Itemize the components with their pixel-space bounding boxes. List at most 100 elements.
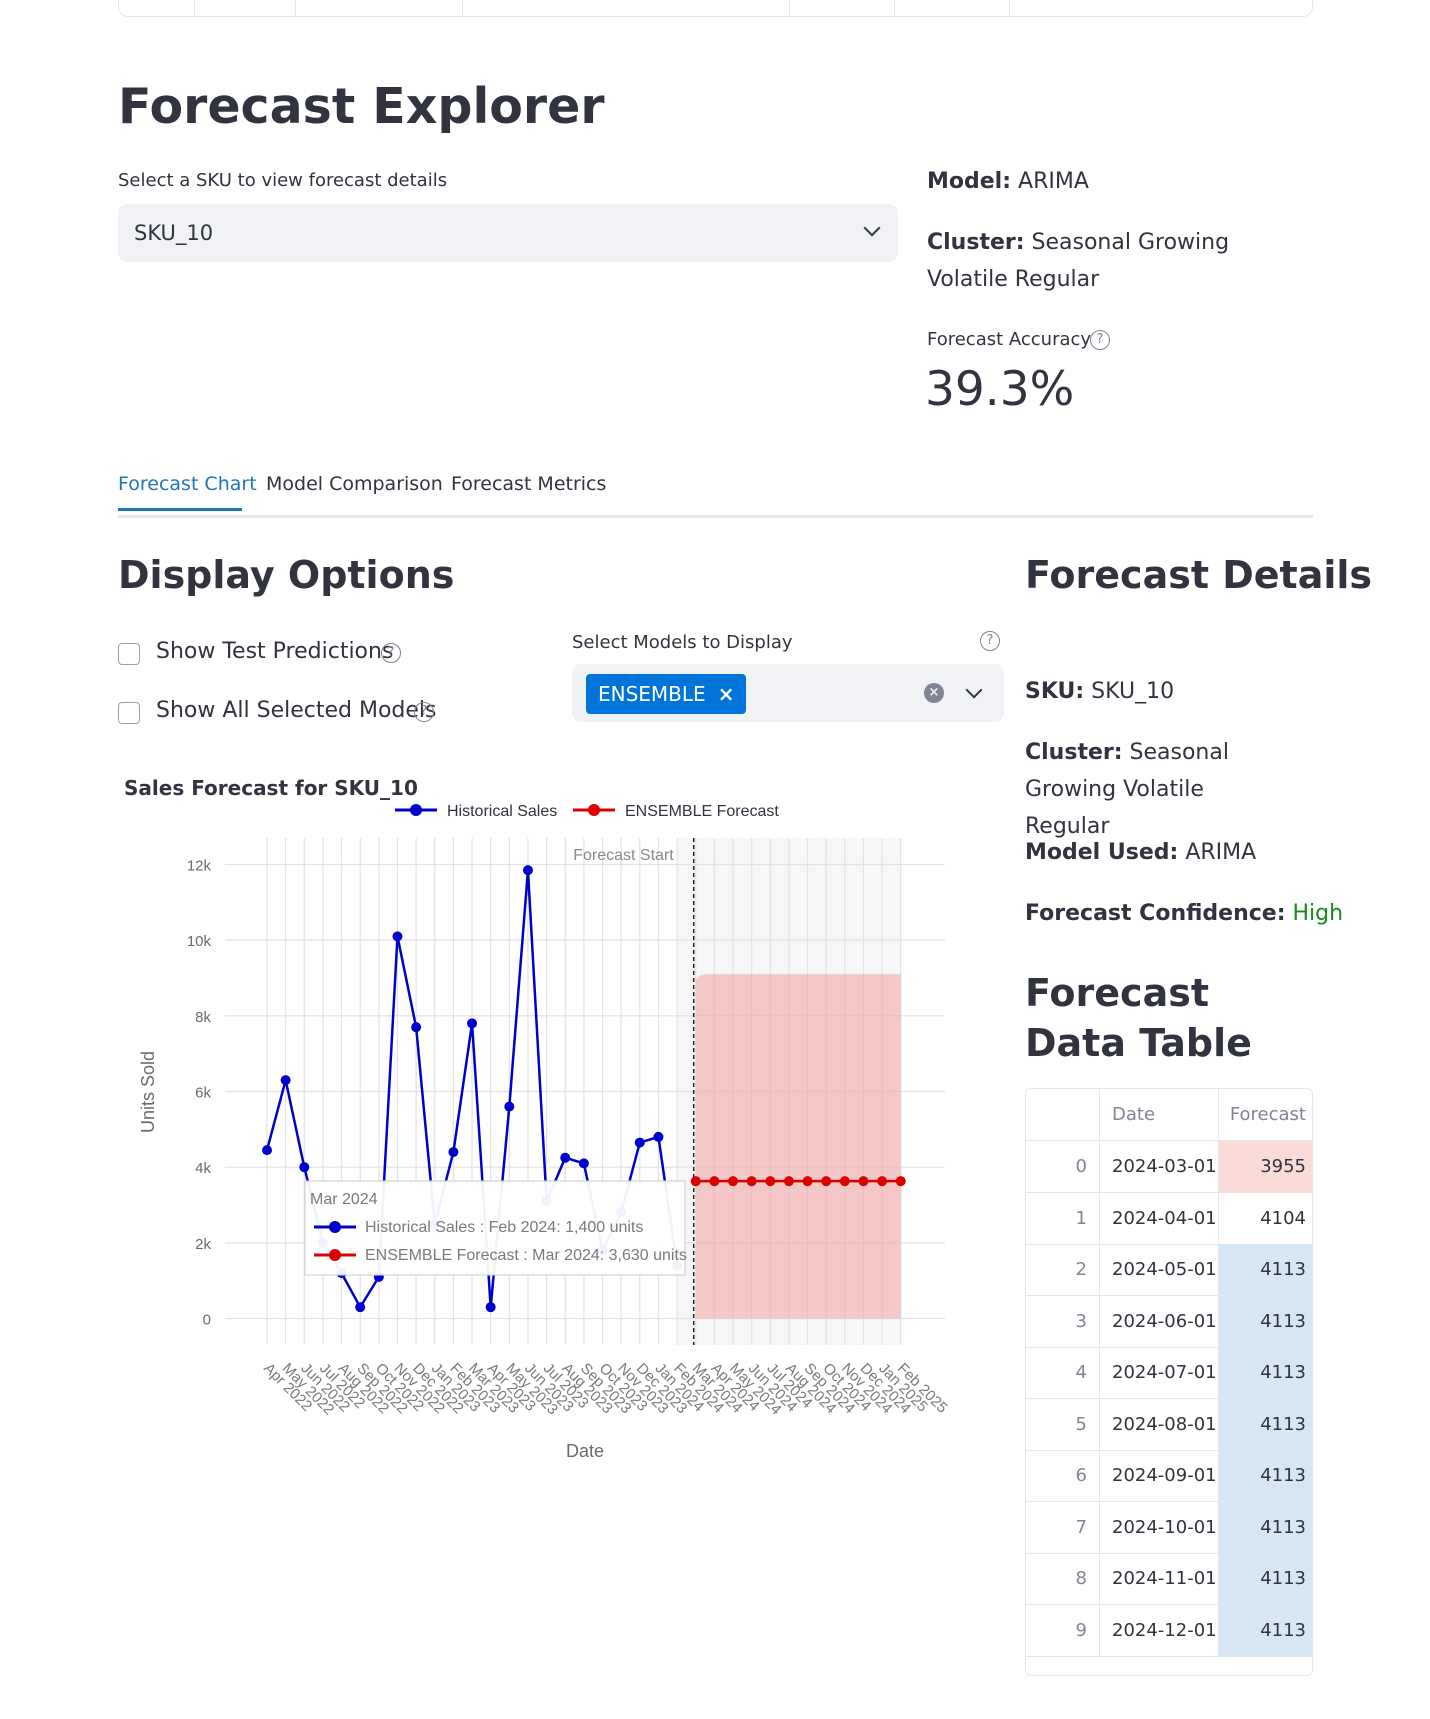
forecast-data-table[interactable]: Date Forecast 0 2024-03-01 3955 1 2024-04-01…	[1025, 1088, 1313, 1676]
row-index: 8	[1026, 1553, 1100, 1604]
row-date: 2024-12-01	[1100, 1604, 1219, 1656]
data-point	[746, 1176, 757, 1187]
data-point	[895, 1176, 906, 1187]
legend-marker	[410, 804, 422, 816]
details-sku: SKU: SKU_10	[1025, 673, 1174, 710]
row-date: 2024-09-01	[1100, 1450, 1219, 1501]
row-index: 3	[1026, 1295, 1100, 1347]
table-row[interactable]: 6 2024-09-01 4113	[1026, 1450, 1312, 1502]
data-point	[690, 1176, 701, 1187]
details-confidence: Forecast Confidence: High	[1025, 895, 1343, 932]
row-date: 2024-05-01	[1100, 1244, 1219, 1295]
y-tick-label: 10k	[187, 933, 212, 950]
header-index	[1026, 1089, 1100, 1140]
data-point	[299, 1162, 310, 1173]
data-point	[765, 1176, 776, 1187]
data-point	[467, 1018, 478, 1029]
data-point	[392, 931, 403, 942]
data-point	[802, 1176, 813, 1187]
details-cluster: Cluster: Seasonal Growing Volatile Regul…	[1025, 734, 1295, 845]
row-index: 7	[1026, 1501, 1100, 1553]
data-point	[578, 1158, 589, 1169]
row-forecast: 4113	[1219, 1295, 1312, 1347]
y-axis-title: Units Sold	[138, 1051, 158, 1133]
row-index: 6	[1026, 1450, 1100, 1501]
tooltip-text: ENSEMBLE Forecast : Mar 2024: 3,630 unit…	[365, 1247, 687, 1264]
legend-marker	[588, 804, 600, 816]
data-point	[448, 1147, 459, 1158]
data-point	[411, 1022, 422, 1033]
y-tick-label: 8k	[195, 1009, 211, 1026]
row-date: 2024-06-01	[1100, 1295, 1219, 1347]
data-point	[783, 1176, 794, 1187]
table-row[interactable]: 7 2024-10-01 4113	[1026, 1501, 1312, 1554]
row-forecast: 4113	[1219, 1553, 1312, 1604]
row-forecast: 4113	[1219, 1244, 1312, 1295]
x-axis-title: Date	[566, 1441, 604, 1461]
table-row[interactable]: 8 2024-11-01 4113	[1026, 1553, 1312, 1605]
row-forecast: 4113	[1219, 1501, 1312, 1553]
table-row[interactable]: 3 2024-06-01 4113	[1026, 1295, 1312, 1348]
data-point	[280, 1075, 291, 1086]
data-point	[504, 1101, 515, 1112]
row-index: 1	[1026, 1192, 1100, 1244]
tooltip-title: Mar 2024	[310, 1191, 378, 1208]
row-date: 2024-04-01	[1100, 1192, 1219, 1244]
data-point	[653, 1131, 664, 1142]
data-table-heading: Forecast Data Table	[1025, 971, 1252, 1065]
y-tick-label: 4k	[195, 1160, 211, 1177]
legend-label: ENSEMBLE Forecast	[625, 803, 779, 820]
tooltip-marker	[329, 1249, 341, 1261]
row-index: 2	[1026, 1244, 1100, 1295]
data-point	[634, 1137, 645, 1148]
y-tick-label: 0	[203, 1312, 211, 1329]
details-sku-label: SKU:	[1025, 679, 1085, 704]
forecast-start-label: Forecast Start	[573, 847, 674, 864]
data-point	[858, 1176, 869, 1187]
tooltip-text: Historical Sales : Feb 2024: 1,400 units	[365, 1219, 643, 1236]
row-index: 5	[1026, 1398, 1100, 1450]
confidence-band	[695, 974, 901, 1319]
data-point	[522, 865, 533, 876]
data-point	[709, 1176, 720, 1187]
table-header-row: Date Forecast	[1026, 1089, 1312, 1141]
row-index: 0	[1026, 1141, 1100, 1192]
row-forecast: 4113	[1219, 1347, 1312, 1398]
data-point	[485, 1302, 496, 1313]
help-icon[interactable]: ?	[1090, 330, 1110, 350]
row-forecast: 4113	[1219, 1604, 1312, 1656]
data-point	[355, 1302, 366, 1313]
table-row[interactable]: 5 2024-08-01 4113	[1026, 1398, 1312, 1451]
details-model-value: ARIMA	[1185, 840, 1257, 865]
y-tick-label: 12k	[187, 857, 212, 874]
data-point	[560, 1152, 571, 1163]
y-tick-label: 2k	[195, 1236, 211, 1253]
row-forecast: 4104	[1219, 1192, 1312, 1244]
forecast-details-heading: Forecast Details	[1025, 553, 1373, 597]
y-tick-label: 6k	[195, 1085, 211, 1102]
legend-label: Historical Sales	[447, 803, 557, 820]
details-confidence-value: High	[1292, 901, 1344, 926]
header-forecast[interactable]: Forecast	[1219, 1089, 1312, 1140]
row-date: 2024-08-01	[1100, 1398, 1219, 1450]
row-index: 4	[1026, 1347, 1100, 1398]
table-row[interactable]: 2 2024-05-01 4113	[1026, 1244, 1312, 1296]
data-point	[839, 1176, 850, 1187]
row-forecast: 3955	[1219, 1141, 1312, 1192]
details-model-label: Model Used:	[1025, 840, 1179, 865]
data-point	[262, 1145, 272, 1156]
summary-model-value: ARIMA	[1018, 169, 1089, 194]
toolbar-divider	[1009, 0, 1010, 16]
data-point	[821, 1176, 832, 1187]
row-date: 2024-10-01	[1100, 1501, 1219, 1553]
table-row[interactable]: 1 2024-04-01 4104	[1026, 1192, 1312, 1245]
row-date: 2024-07-01	[1100, 1347, 1219, 1398]
header-date[interactable]: Date	[1100, 1089, 1219, 1140]
table-row[interactable]: 0 2024-03-01 3955	[1026, 1141, 1312, 1193]
data-point	[728, 1176, 738, 1187]
row-forecast: 4113	[1219, 1450, 1312, 1501]
details-model: Model Used: ARIMA	[1025, 834, 1256, 871]
row-date: 2024-03-01	[1100, 1141, 1219, 1192]
table-row[interactable]: 9 2024-12-01 4113	[1026, 1604, 1312, 1657]
table-row[interactable]: 4 2024-07-01 4113	[1026, 1347, 1312, 1399]
